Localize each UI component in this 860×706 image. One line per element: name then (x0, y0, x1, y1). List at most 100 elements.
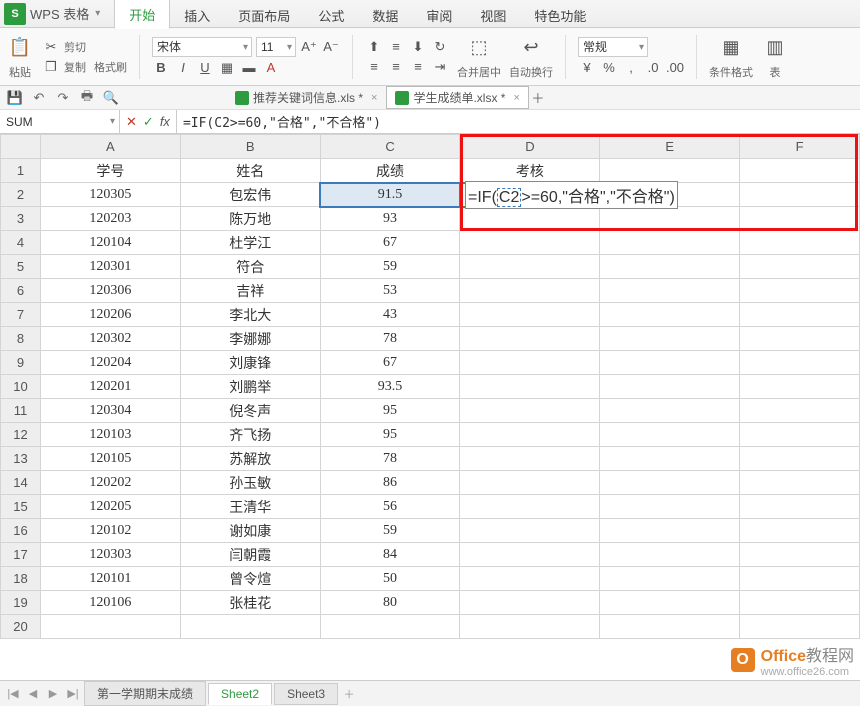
cell[interactable] (740, 279, 860, 303)
sheet-nav-first[interactable]: |◀ (4, 685, 22, 703)
cell[interactable]: 李北大 (180, 303, 320, 327)
cell[interactable] (740, 423, 860, 447)
cell[interactable] (600, 543, 740, 567)
cell[interactable]: 56 (320, 495, 460, 519)
cell[interactable]: 120105 (40, 447, 180, 471)
row-header[interactable]: 15 (1, 495, 41, 519)
cell[interactable]: 刘康锋 (180, 351, 320, 375)
row-header[interactable]: 8 (1, 327, 41, 351)
cond-format-button[interactable]: ▦ 条件格式 (709, 34, 753, 80)
fill-color-button[interactable]: ▬ (240, 59, 258, 77)
cell[interactable]: 考核 (460, 159, 600, 183)
row-header[interactable]: 13 (1, 447, 41, 471)
cell[interactable] (600, 231, 740, 255)
row-header[interactable]: 19 (1, 591, 41, 615)
cell[interactable]: 84 (320, 543, 460, 567)
cell[interactable]: 120305 (40, 183, 180, 207)
cell[interactable] (740, 567, 860, 591)
row-header[interactable]: 12 (1, 423, 41, 447)
redo-icon[interactable]: ↷ (54, 89, 72, 107)
currency-icon[interactable]: ¥ (578, 59, 596, 77)
cell[interactable] (740, 183, 860, 207)
row-header[interactable]: 5 (1, 255, 41, 279)
doc-tab-2[interactable]: 学生成绩单.xlsx * × (386, 86, 528, 109)
cell[interactable]: 120203 (40, 207, 180, 231)
cell[interactable] (740, 495, 860, 519)
cell[interactable]: 张桂花 (180, 591, 320, 615)
increase-font-icon[interactable]: A⁺ (300, 38, 318, 56)
sheet-nav-prev[interactable]: ◀ (24, 685, 42, 703)
cell[interactable] (600, 423, 740, 447)
cell[interactable] (600, 159, 740, 183)
cell[interactable]: 杜学江 (180, 231, 320, 255)
undo-icon[interactable]: ↶ (30, 89, 48, 107)
cell[interactable] (740, 399, 860, 423)
border-button[interactable]: ▦ (218, 59, 236, 77)
comma-icon[interactable]: , (622, 59, 640, 77)
cell-formula-editor[interactable]: =IF(C2>=60,"合格","不合格") (465, 181, 678, 209)
cell[interactable] (740, 303, 860, 327)
col-header-E[interactable]: E (600, 135, 740, 159)
col-header-C[interactable]: C (320, 135, 460, 159)
tab-formula[interactable]: 公式 (304, 1, 358, 29)
cell[interactable] (460, 303, 600, 327)
align-left-icon[interactable]: ≡ (365, 58, 383, 76)
col-header-A[interactable]: A (40, 135, 180, 159)
cell[interactable] (600, 207, 740, 231)
fx-icon[interactable]: fx (160, 114, 170, 129)
row-header[interactable]: 11 (1, 399, 41, 423)
cell[interactable] (740, 375, 860, 399)
row-header[interactable]: 17 (1, 543, 41, 567)
cell[interactable] (600, 567, 740, 591)
cell[interactable] (600, 303, 740, 327)
cell[interactable]: 120101 (40, 567, 180, 591)
cell[interactable] (460, 567, 600, 591)
cell[interactable] (460, 423, 600, 447)
cell[interactable] (460, 471, 600, 495)
tab-view[interactable]: 视图 (466, 1, 520, 29)
cell[interactable]: 120202 (40, 471, 180, 495)
cell[interactable] (740, 159, 860, 183)
cell[interactable]: 78 (320, 327, 460, 351)
row-header[interactable]: 10 (1, 375, 41, 399)
row-header[interactable]: 9 (1, 351, 41, 375)
formula-confirm-button[interactable]: ✓ (143, 114, 154, 130)
cell[interactable]: 谢如康 (180, 519, 320, 543)
cell[interactable]: 120106 (40, 591, 180, 615)
tab-special[interactable]: 特色功能 (520, 1, 600, 29)
cell[interactable] (460, 495, 600, 519)
cell[interactable]: 86 (320, 471, 460, 495)
number-format-select[interactable]: 常规 (578, 37, 648, 57)
underline-button[interactable]: U (196, 59, 214, 77)
sheet-tab[interactable]: Sheet2 (208, 683, 272, 705)
cell[interactable]: 59 (320, 519, 460, 543)
cell[interactable] (740, 447, 860, 471)
tab-data[interactable]: 数据 (358, 1, 412, 29)
paste-button[interactable]: 📋 粘贴 (6, 34, 34, 80)
sheet-nav-last[interactable]: ▶| (64, 685, 82, 703)
cell[interactable]: 120102 (40, 519, 180, 543)
cell[interactable] (600, 351, 740, 375)
font-name-select[interactable]: 宋体 (152, 37, 252, 57)
cell[interactable]: 120205 (40, 495, 180, 519)
copy-icon[interactable]: ❐ (42, 58, 60, 76)
row-header[interactable]: 6 (1, 279, 41, 303)
cell[interactable]: 53 (320, 279, 460, 303)
select-all-corner[interactable] (1, 135, 41, 159)
cell[interactable]: 120304 (40, 399, 180, 423)
cell[interactable]: 120302 (40, 327, 180, 351)
cell[interactable] (740, 351, 860, 375)
cell[interactable] (740, 543, 860, 567)
cell[interactable] (460, 519, 600, 543)
cell[interactable]: 93.5 (320, 375, 460, 399)
cell[interactable] (460, 207, 600, 231)
row-header[interactable]: 7 (1, 303, 41, 327)
cell[interactable]: 120206 (40, 303, 180, 327)
cell[interactable] (740, 591, 860, 615)
row-header[interactable]: 1 (1, 159, 41, 183)
cell[interactable]: 80 (320, 591, 460, 615)
cell[interactable] (600, 591, 740, 615)
spreadsheet-grid[interactable]: A B C D E F 1 学号 姓名 成绩 考核 2120305包宏伟91.5… (0, 134, 860, 694)
cell[interactable]: 王清华 (180, 495, 320, 519)
italic-button[interactable]: I (174, 59, 192, 77)
